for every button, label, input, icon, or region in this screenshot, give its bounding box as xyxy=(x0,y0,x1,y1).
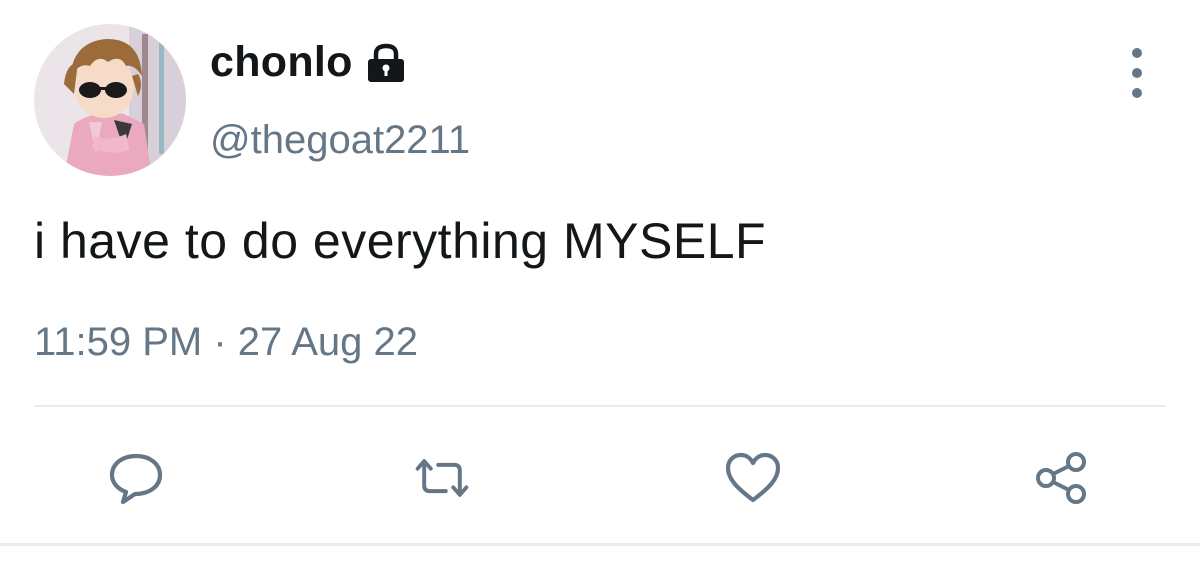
more-options-icon[interactable] xyxy=(1122,48,1152,98)
more-dot xyxy=(1132,48,1142,58)
tweet-text: i have to do everything MYSELF xyxy=(34,213,767,269)
display-name[interactable]: chonlo xyxy=(210,38,353,87)
avatar[interactable] xyxy=(34,24,186,176)
share-button[interactable] xyxy=(1032,448,1092,508)
comment-icon xyxy=(109,453,163,505)
display-name-row: chonlo xyxy=(210,38,409,87)
heart-icon xyxy=(725,452,781,503)
bottom-divider xyxy=(0,543,1200,546)
share-icon xyxy=(1036,452,1086,504)
retweet-button[interactable] xyxy=(412,448,472,508)
user-handle[interactable]: @thegoat2211 xyxy=(210,118,470,163)
tweet-timestamp[interactable]: 11:59 PM · 27 Aug 22 xyxy=(34,320,418,365)
more-dot xyxy=(1132,88,1142,98)
avatar-image xyxy=(34,24,186,176)
lock-icon xyxy=(363,43,409,83)
more-dot xyxy=(1132,68,1142,78)
reply-button[interactable] xyxy=(106,448,166,508)
like-button[interactable] xyxy=(723,448,783,508)
retweet-icon xyxy=(415,459,469,497)
divider xyxy=(34,405,1166,407)
